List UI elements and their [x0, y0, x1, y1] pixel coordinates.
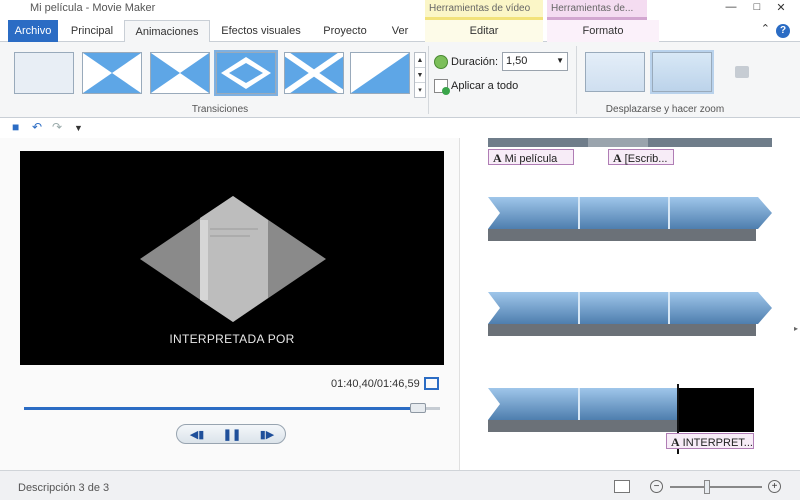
transitions-gallery — [14, 50, 414, 96]
duration-select[interactable]: 1,50 ▼ — [502, 52, 568, 71]
seek-progress — [24, 407, 418, 410]
main-area: INTERPRETADA POR 01:40,40/01:46,59 ◀▮ ❚❚… — [0, 138, 800, 470]
tab-formato[interactable]: Formato — [547, 20, 659, 42]
pan-zoom-thumb-selected[interactable] — [650, 50, 714, 94]
context-tab-video-tools: Herramientas de vídeo — [425, 0, 543, 20]
previous-frame-button[interactable]: ◀▮ — [179, 426, 215, 444]
tab-principal[interactable]: Principal — [62, 20, 122, 42]
fullscreen-icon[interactable] — [424, 377, 439, 390]
tab-proyecto[interactable]: Proyecto — [312, 20, 378, 42]
transition-thumb-cross[interactable] — [284, 52, 344, 94]
help-icon[interactable]: ? — [776, 24, 790, 38]
text-tag-interpretada[interactable]: A INTERPRET... — [666, 433, 754, 449]
maximize-button[interactable]: □ — [748, 1, 766, 17]
dropdown-arrow-icon: ▼ — [556, 56, 564, 65]
black-title-clip[interactable] — [678, 388, 754, 432]
ribbon: ▲ ▼ ▾ Transiciones Duración: 1,50 ▼ Apli… — [0, 42, 800, 118]
ribbon-separator — [428, 46, 429, 114]
title-bar: Mi película - Movie Maker Herramientas d… — [0, 0, 800, 20]
customize-qat-icon[interactable]: ▼ — [74, 123, 83, 133]
tab-ver[interactable]: Ver — [382, 20, 418, 42]
save-icon[interactable]: ■ — [12, 120, 19, 134]
gallery-down-icon[interactable]: ▼ — [415, 68, 425, 83]
text-tag-icon: A — [613, 151, 622, 165]
pan-zoom-thumb-none[interactable] — [585, 52, 645, 92]
transition-thumb-fade[interactable] — [14, 52, 74, 94]
text-tag-icon: A — [493, 151, 502, 165]
close-button[interactable]: ✕ — [772, 1, 790, 17]
apply-all-button[interactable]: Aplicar a todo — [451, 80, 518, 92]
seek-thumb[interactable] — [409, 403, 426, 413]
zoom-out-icon[interactable]: − — [650, 480, 663, 493]
text-tag-escribir[interactable]: A [Escrib... — [608, 149, 674, 165]
tab-animaciones[interactable]: Animaciones — [124, 20, 210, 43]
zoom-in-icon[interactable]: + — [768, 480, 781, 493]
seek-bar[interactable] — [24, 407, 440, 410]
pan-zoom-group-label: Desplazarse y hacer zoom — [605, 104, 725, 115]
clip-strip-top[interactable] — [488, 138, 772, 147]
gallery-scroll[interactable]: ▲ ▼ ▾ — [414, 52, 426, 98]
context-tab-text-tools: Herramientas de... — [547, 0, 647, 20]
minimize-button[interactable]: — — [722, 1, 740, 17]
clip-strip-2[interactable] — [488, 292, 772, 336]
transition-thumb-bowtie-horizontal[interactable] — [150, 52, 210, 94]
diamond-transition-frame — [140, 196, 326, 322]
clip-strip-1[interactable] — [488, 197, 772, 241]
storyboard: A Mi película A [Escrib... A INTERPRET..… — [460, 138, 800, 470]
status-bar: Descripción 3 de 3 − + — [0, 470, 800, 500]
thumbnail-size-icon[interactable] — [614, 480, 630, 493]
ribbon-tabs: Archivo Principal Animaciones Efectos vi… — [0, 20, 800, 43]
transition-thumb-bowtie-vertical[interactable] — [82, 52, 142, 94]
tab-file[interactable]: Archivo — [8, 20, 58, 42]
duration-value: 1,50 — [506, 55, 528, 67]
transitions-group-label: Transiciones — [191, 104, 249, 115]
collapse-ribbon-icon[interactable]: ⌃ — [761, 22, 770, 35]
video-caption: INTERPRETADA POR — [169, 332, 295, 346]
preview-pane: INTERPRETADA POR 01:40,40/01:46,59 ◀▮ ❚❚… — [0, 138, 460, 470]
gallery-more-icon[interactable]: ▾ — [415, 83, 425, 98]
text-tag-icon: A — [671, 435, 680, 449]
tab-editar[interactable]: Editar — [425, 20, 543, 42]
time-readout: 01:40,40/01:46,59 — [331, 378, 420, 390]
pause-button[interactable]: ❚❚ — [214, 426, 250, 444]
zoom-slider-thumb[interactable] — [704, 480, 710, 494]
redo-icon[interactable]: ↷ — [52, 120, 62, 134]
text-tag-mi-pelicula[interactable]: A Mi película — [488, 149, 574, 165]
next-frame-button[interactable]: ▮▶ — [249, 426, 285, 444]
zoom-slider[interactable] — [670, 486, 762, 488]
window-title: Mi película - Movie Maker — [30, 2, 156, 14]
tab-efectos-visuales[interactable]: Efectos visuales — [214, 20, 308, 42]
transport-controls: ◀▮ ❚❚ ▮▶ — [176, 424, 286, 444]
transition-thumb-diamond[interactable] — [214, 50, 278, 96]
duration-icon — [434, 55, 448, 69]
transition-thumb-diagonal[interactable] — [350, 52, 410, 94]
storyboard-scrollbar[interactable]: ▸ — [794, 324, 798, 333]
pan-zoom-apply-icon[interactable] — [735, 66, 749, 78]
undo-icon[interactable]: ↶ — [32, 120, 42, 134]
status-description: Descripción 3 de 3 — [18, 482, 110, 494]
clip-strip-3[interactable] — [488, 388, 688, 432]
video-preview[interactable]: INTERPRETADA POR — [20, 151, 444, 365]
duration-label: Duración: — [451, 56, 499, 68]
gallery-up-icon[interactable]: ▲ — [415, 53, 425, 68]
apply-all-icon — [434, 79, 450, 95]
ribbon-separator — [576, 46, 577, 114]
quick-access-toolbar: ■ ↶ ↷ ▼ — [0, 118, 800, 138]
